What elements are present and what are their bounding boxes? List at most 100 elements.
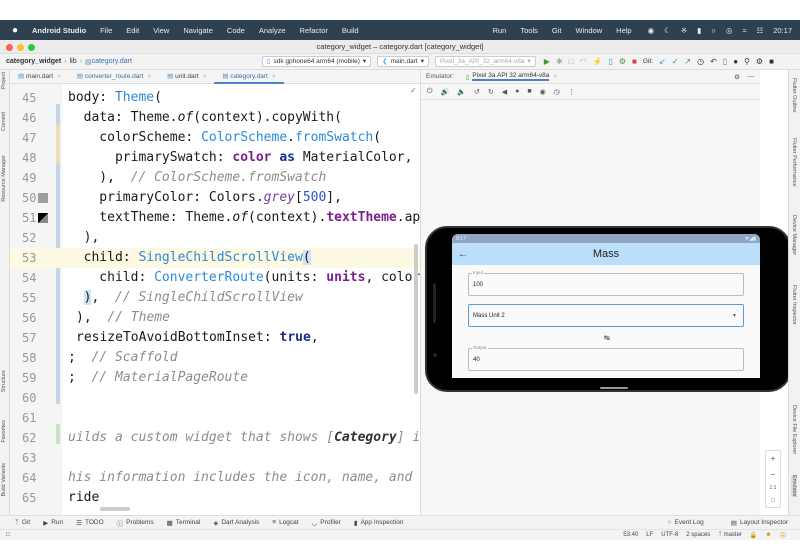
- smiley-icon[interactable]: ☻: [765, 532, 771, 538]
- battery-icon[interactable]: ▮: [697, 26, 701, 35]
- moon-icon[interactable]: ☾: [664, 26, 671, 35]
- code-editor[interactable]: ✓ 45 body: Theme( 46 data: Theme.of(conte…: [10, 84, 420, 515]
- home-icon[interactable]: ●: [515, 88, 519, 95]
- tool-dart-analysis[interactable]: ◈ Dart Analysis: [213, 519, 259, 527]
- menu-navigate[interactable]: Navigate: [183, 26, 213, 35]
- back-arrow-icon[interactable]: ←: [458, 249, 468, 260]
- wifi-icon[interactable]: ≈: [742, 26, 746, 35]
- breadcrumb-folder[interactable]: lib: [70, 58, 77, 65]
- tool-flutter-performance[interactable]: Flutter Performance: [791, 138, 797, 187]
- toggle-panels-icon[interactable]: □: [6, 532, 10, 538]
- apple-icon[interactable]: ●: [12, 25, 24, 36]
- zoom-out-button[interactable]: −: [771, 470, 776, 479]
- tab-category-dart[interactable]: ▤ category.dart ×: [214, 70, 284, 84]
- stop-icon[interactable]: ■: [632, 57, 637, 66]
- git-update-icon[interactable]: ↙: [659, 57, 666, 66]
- zoom-fit-button[interactable]: □: [771, 498, 775, 504]
- tool-todo[interactable]: ☰ TODO: [76, 519, 104, 527]
- tool-commit[interactable]: Commit: [1, 112, 7, 131]
- rollback-icon[interactable]: ↶: [710, 57, 717, 66]
- menu-git[interactable]: Git: [552, 26, 562, 35]
- menu-view[interactable]: View: [153, 26, 169, 35]
- tool-run[interactable]: ▶ Run: [43, 519, 63, 527]
- menu-edit[interactable]: Edit: [126, 26, 139, 35]
- menu-analyze[interactable]: Analyze: [259, 26, 286, 35]
- breadcrumb-file[interactable]: category.dart: [92, 58, 132, 65]
- power-icon[interactable]: ⏻: [427, 88, 433, 96]
- lock-icon[interactable]: 🔓: [750, 532, 757, 539]
- tool-profiler[interactable]: ◡ Profiler: [312, 519, 341, 527]
- more-options-icon[interactable]: ⋮: [568, 88, 575, 96]
- tool-flutter-outline[interactable]: Flutter Outline: [791, 78, 797, 113]
- menu-file[interactable]: File: [100, 26, 112, 35]
- caret-position[interactable]: 53:40: [623, 532, 638, 538]
- history-icon[interactable]: ◷: [697, 57, 704, 66]
- git-commit-icon[interactable]: ✓: [672, 57, 679, 66]
- menu-refactor[interactable]: Refactor: [300, 26, 328, 35]
- back-icon[interactable]: ◀: [502, 88, 507, 96]
- coverage-icon[interactable]: □: [569, 57, 574, 66]
- tool-app-inspection[interactable]: ▮ App Inspection: [354, 519, 404, 527]
- gear-icon[interactable]: ⚙: [734, 73, 740, 81]
- control-center-icon[interactable]: ☷: [756, 26, 763, 35]
- unit-dropdown[interactable]: Mass Unit 2 ▼: [468, 304, 744, 327]
- siri-icon[interactable]: ◎: [726, 26, 733, 35]
- line-separator[interactable]: LF: [646, 532, 653, 538]
- volume-down-icon[interactable]: 🔈: [457, 88, 466, 96]
- run-config-selector[interactable]: ❮ main.dart ▾: [377, 56, 429, 67]
- tool-device-file-explorer[interactable]: Device File Explorer: [791, 405, 797, 454]
- tool-project[interactable]: Project: [1, 72, 7, 89]
- tool-device-manager[interactable]: Device Manager: [791, 215, 797, 255]
- device-selector[interactable]: ▯ sdk gphone64 arm64 (mobile) ▾: [261, 56, 372, 67]
- bluetooth-icon[interactable]: ※: [681, 26, 687, 35]
- menu-run[interactable]: Run: [493, 26, 507, 35]
- menu-tools[interactable]: Tools: [520, 26, 538, 35]
- menu-app-name[interactable]: Android Studio: [32, 26, 86, 35]
- hot-restart-icon[interactable]: ▯: [608, 57, 612, 66]
- clock[interactable]: 20:17: [773, 26, 792, 35]
- close-tab-icon[interactable]: ×: [272, 73, 276, 80]
- tool-terminal[interactable]: ▩ Terminal: [167, 519, 201, 527]
- zoom-actual-size-button[interactable]: 1:1: [770, 485, 777, 491]
- tool-structure[interactable]: Structure: [1, 370, 7, 392]
- color-swatch-grey[interactable]: [38, 193, 48, 203]
- indent-setting[interactable]: 2 spaces: [686, 532, 710, 538]
- snapshot-icon[interactable]: ◷: [554, 88, 560, 96]
- emulator-device-tab[interactable]: Pixel 3a API 32 arm64-v8a: [472, 72, 550, 81]
- rotate-right-icon[interactable]: ↻: [488, 88, 494, 96]
- tool-build-variants[interactable]: Build Variants: [1, 463, 7, 497]
- vertical-scrollbar[interactable]: [414, 244, 418, 394]
- tab-unit-dart[interactable]: ▤ unit.dart ×: [159, 70, 214, 84]
- tool-resource-manager[interactable]: Resource Manager: [1, 155, 7, 202]
- profile-icon[interactable]: ◠: [579, 57, 586, 66]
- close-tab-icon[interactable]: ×: [147, 73, 151, 80]
- user-icon[interactable]: ○: [711, 26, 716, 35]
- tool-event-log[interactable]: ○ Event Log: [668, 519, 704, 527]
- horizontal-scrollbar[interactable]: [100, 507, 130, 511]
- feedback-icon[interactable]: ☹: [780, 532, 786, 539]
- search-icon[interactable]: ⚲: [744, 57, 750, 66]
- tool-problems[interactable]: ⓘ Problems: [117, 518, 154, 528]
- maximize-window-button[interactable]: [28, 44, 35, 51]
- tool-git[interactable]: ᛉ Git: [15, 519, 30, 526]
- minimize-panel-icon[interactable]: —: [748, 73, 755, 80]
- tool-layout-inspector[interactable]: ▤ Layout Inspector: [731, 519, 788, 527]
- rotate-left-icon[interactable]: ↺: [474, 88, 480, 96]
- menu-help[interactable]: Help: [616, 26, 631, 35]
- output-field[interactable]: Output 40: [468, 345, 744, 371]
- menu-build[interactable]: Build: [342, 26, 359, 35]
- menu-code[interactable]: Code: [227, 26, 245, 35]
- attach-debugger-icon[interactable]: ⚙: [619, 57, 626, 66]
- close-tab-icon[interactable]: ×: [553, 73, 557, 80]
- tool-flutter-inspector[interactable]: Flutter Inspector: [791, 285, 797, 325]
- gesture-nav-bar[interactable]: [600, 387, 628, 389]
- avd-selector[interactable]: Pixel_3a_API_32_arm64-v8a ▾: [434, 56, 536, 67]
- tab-main-dart[interactable]: ▤ main.dart ×: [10, 70, 69, 84]
- overview-icon[interactable]: ■: [527, 88, 531, 95]
- app-screen[interactable]: 8:17 ▼◢▮ ← Mass Input 100 Mass Unit 2 ▼ …: [452, 234, 760, 378]
- input-field[interactable]: Input 100: [468, 270, 744, 296]
- device-manager-icon[interactable]: ▯: [723, 57, 727, 66]
- status-circle-icon[interactable]: ◉: [648, 26, 655, 35]
- git-branch[interactable]: ᛉ master: [718, 532, 742, 538]
- close-window-button[interactable]: [6, 44, 13, 51]
